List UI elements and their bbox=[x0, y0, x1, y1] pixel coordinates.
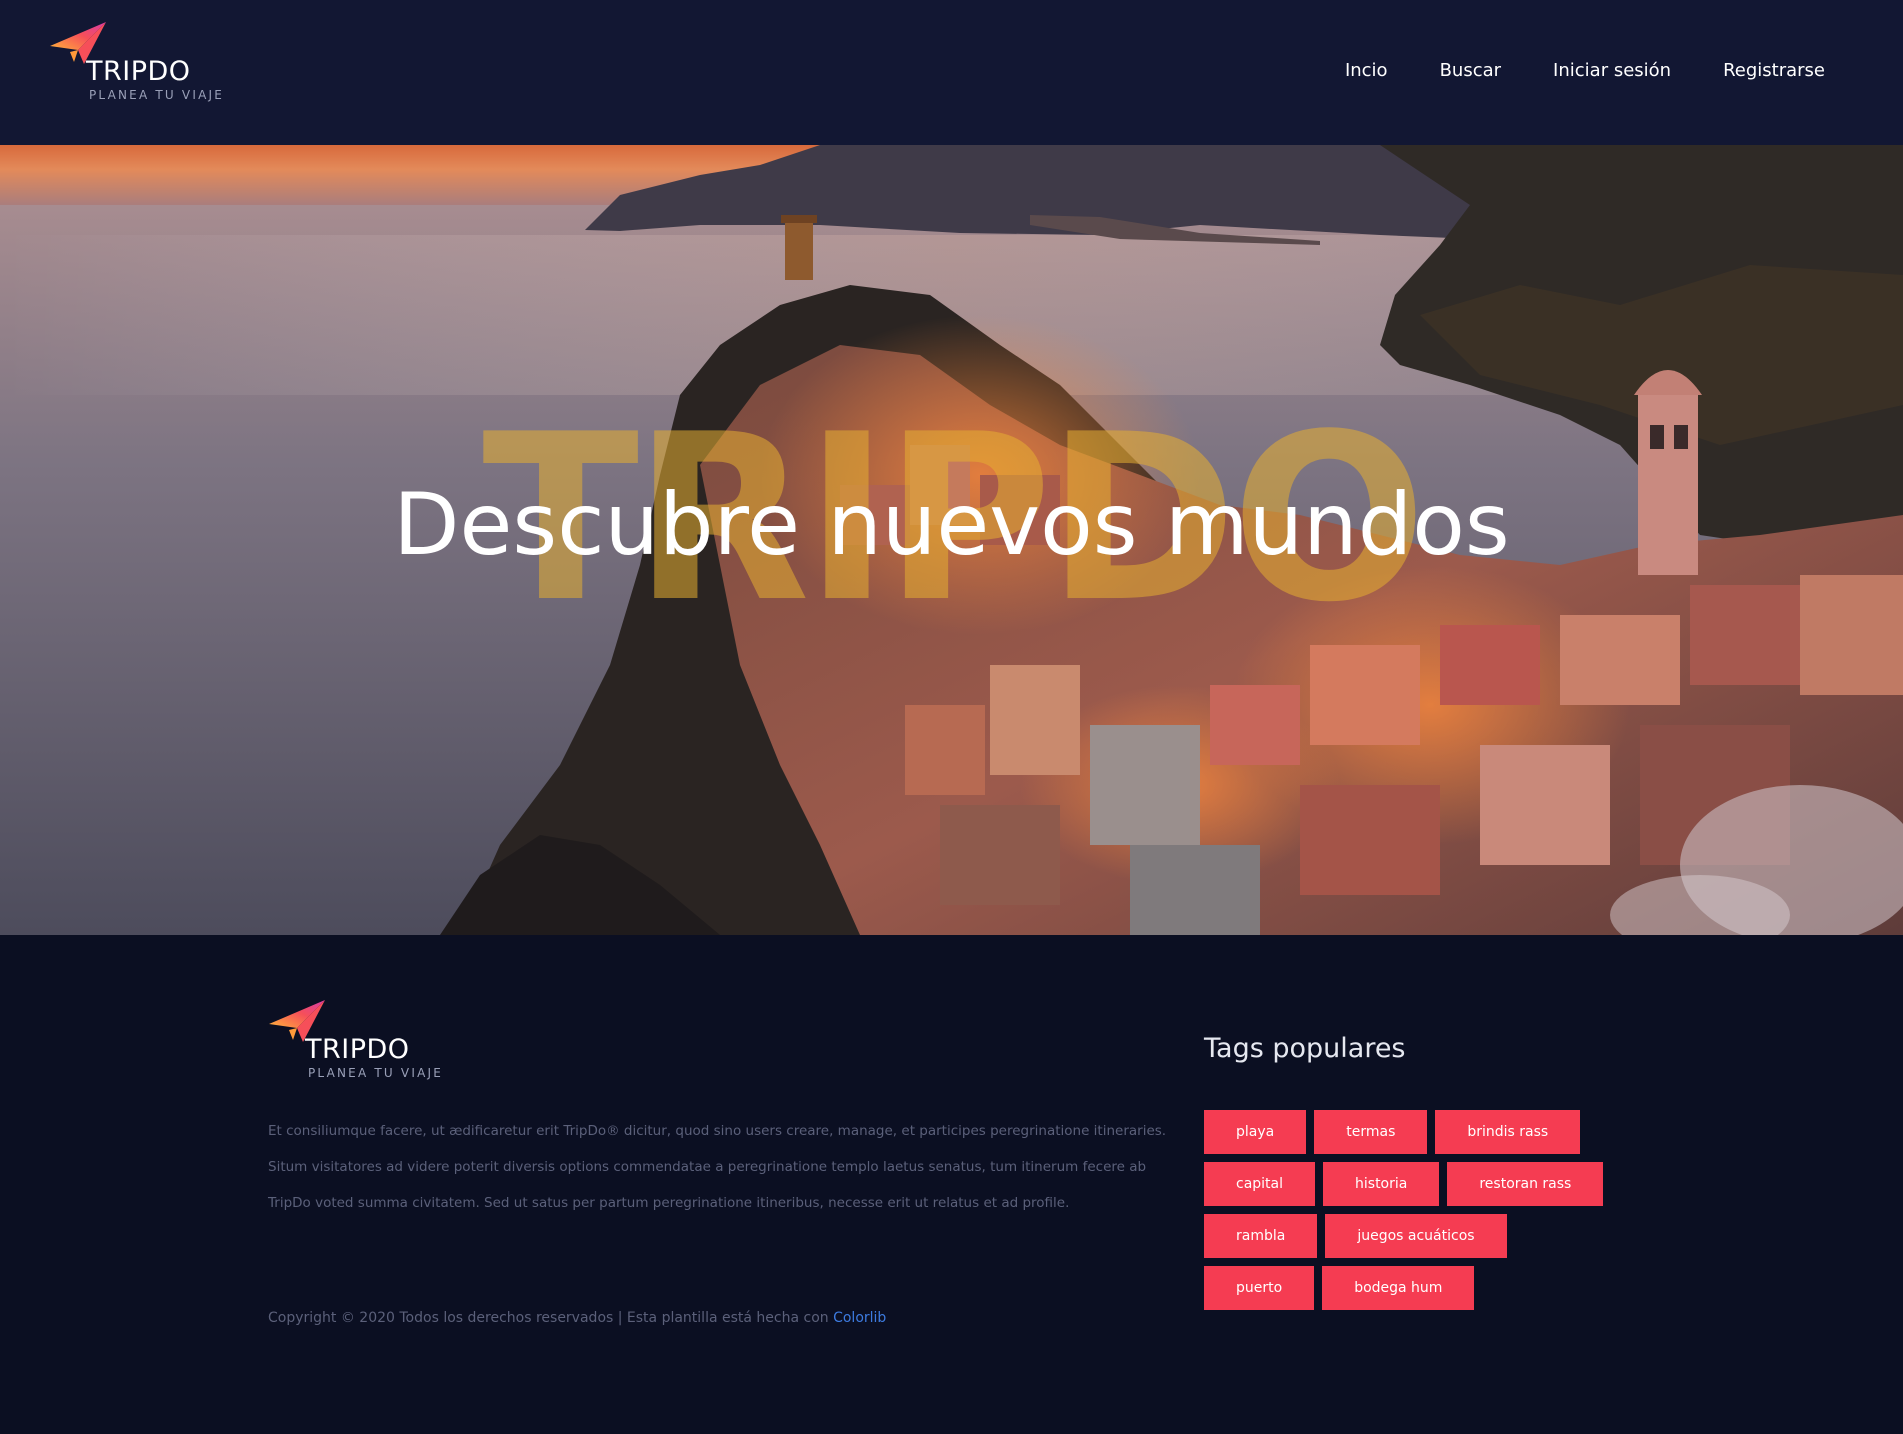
nav-item-iniciar-sesion[interactable]: Iniciar sesión bbox=[1553, 60, 1671, 81]
hero-title: Descubre nuevos mundos bbox=[393, 475, 1510, 575]
brand-name: TRIPDO bbox=[305, 1034, 410, 1065]
tags-heading: Tags populares bbox=[1204, 1033, 1406, 1064]
brand-logo[interactable]: TRIPDO PLANEA TU VIAJE bbox=[48, 20, 238, 110]
brand-name: TRIPDO bbox=[86, 56, 191, 87]
colorlib-link[interactable]: Colorlib bbox=[833, 1310, 886, 1326]
nav-item-buscar[interactable]: Buscar bbox=[1440, 60, 1501, 81]
copyright: Copyright © 2020 Todos los derechos rese… bbox=[268, 1310, 886, 1326]
tag-cloud: playa termas brindis rass capital histor… bbox=[1204, 1110, 1624, 1318]
tag-juegos-acuaticos[interactable]: juegos acuáticos bbox=[1325, 1214, 1507, 1258]
brand-tagline: PLANEA TU VIAJE bbox=[308, 1066, 443, 1080]
main-nav: Incio Buscar Iniciar sesión Registrarse bbox=[1345, 60, 1825, 81]
footer-brand-logo[interactable]: TRIPDO PLANEA TU VIAJE bbox=[267, 998, 457, 1088]
tag-capital[interactable]: capital bbox=[1204, 1162, 1316, 1206]
footer-description: Et consiliumque facere, ut ædificaretur … bbox=[268, 1123, 1167, 1211]
tag-playa[interactable]: playa bbox=[1204, 1110, 1307, 1154]
nav-item-inicio[interactable]: Incio bbox=[1345, 60, 1388, 81]
brand-tagline: PLANEA TU VIAJE bbox=[89, 88, 224, 102]
tag-puerto[interactable]: puerto bbox=[1204, 1266, 1315, 1310]
tag-historia[interactable]: historia bbox=[1323, 1162, 1440, 1206]
nav-item-registrarse[interactable]: Registrarse bbox=[1723, 60, 1825, 81]
tag-rambla[interactable]: rambla bbox=[1204, 1214, 1318, 1258]
copyright-text: Copyright © 2020 Todos los derechos rese… bbox=[268, 1310, 834, 1326]
tag-bodega-hum[interactable]: bodega hum bbox=[1322, 1266, 1475, 1310]
hero-section: TRIPDO Descubre nuevos mundos bbox=[0, 145, 1903, 935]
tag-brindis-rass[interactable]: brindis rass bbox=[1435, 1110, 1581, 1154]
site-header: TRIPDO PLANEA TU VIAJE Incio Buscar Inic… bbox=[0, 0, 1903, 145]
tag-termas[interactable]: termas bbox=[1314, 1110, 1428, 1154]
tag-restoran-rass[interactable]: restoran rass bbox=[1447, 1162, 1604, 1206]
